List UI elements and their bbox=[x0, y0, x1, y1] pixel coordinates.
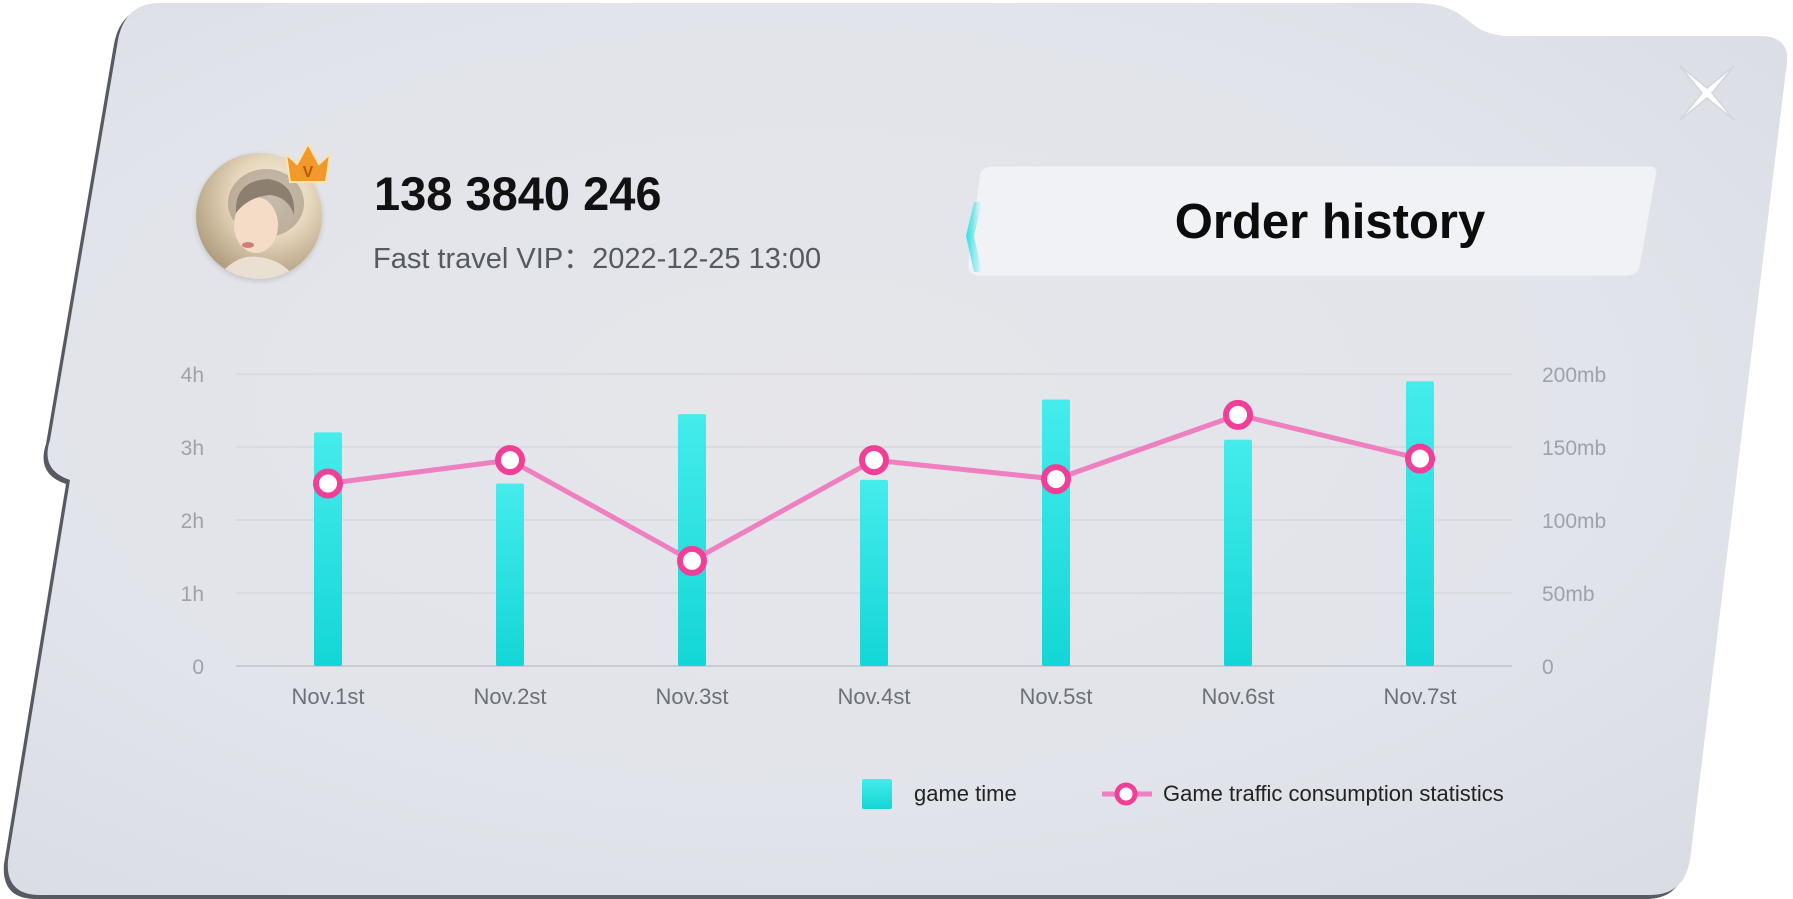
legend-line-swatch bbox=[1102, 782, 1152, 806]
bar-game-time bbox=[314, 432, 342, 666]
x-axis-label: Nov.5st bbox=[1020, 684, 1093, 709]
chart: 0 0 1h 50mb 2h 100mb 3h 150mb 4h 200mb Nov.1st Nov.… bbox=[181, 364, 1607, 709]
legend-traffic: Game traffic consumption statistics bbox=[1102, 778, 1504, 810]
legend-bar-swatch bbox=[862, 779, 892, 809]
x-axis-label: Nov.4st bbox=[838, 684, 911, 709]
legend-traffic-label: Game traffic consumption statistics bbox=[1163, 781, 1504, 806]
traffic-point bbox=[313, 468, 343, 499]
bar-game-time bbox=[496, 483, 524, 666]
right-axis-tick: 0 bbox=[1542, 656, 1554, 679]
traffic-point bbox=[859, 445, 889, 476]
left-axis-tick: 0 bbox=[192, 656, 204, 679]
x-axis-label: Nov.7st bbox=[1384, 684, 1457, 709]
right-axis-tick: 100mb bbox=[1542, 510, 1606, 533]
x-axis-label: Nov.1st bbox=[292, 684, 365, 709]
traffic-point bbox=[1041, 464, 1071, 495]
x-axis-label: Nov.3st bbox=[656, 684, 729, 709]
x-axis-label: Nov.2st bbox=[474, 684, 547, 709]
left-axis-tick: 1h bbox=[181, 583, 204, 606]
right-axis-tick: 150mb bbox=[1542, 437, 1606, 460]
legend-game-time-label: game time bbox=[914, 781, 1017, 806]
left-axis-tick: 3h bbox=[181, 437, 204, 460]
bar-game-time bbox=[1042, 399, 1070, 666]
bar-game-time bbox=[860, 479, 888, 666]
traffic-point bbox=[677, 545, 707, 576]
traffic-point bbox=[495, 445, 525, 476]
left-axis-tick: 2h bbox=[181, 510, 204, 533]
legend-game-time: game time bbox=[862, 778, 1017, 810]
bar-game-time bbox=[1406, 381, 1434, 666]
right-axis-tick: 50mb bbox=[1542, 583, 1595, 606]
bar-game-time bbox=[1224, 439, 1252, 666]
traffic-point bbox=[1405, 443, 1435, 474]
right-axis-tick: 200mb bbox=[1542, 364, 1606, 387]
traffic-point bbox=[1223, 399, 1253, 430]
left-axis-tick: 4h bbox=[181, 364, 204, 387]
bar-game-time bbox=[678, 414, 706, 666]
x-axis-label: Nov.6st bbox=[1202, 684, 1275, 709]
